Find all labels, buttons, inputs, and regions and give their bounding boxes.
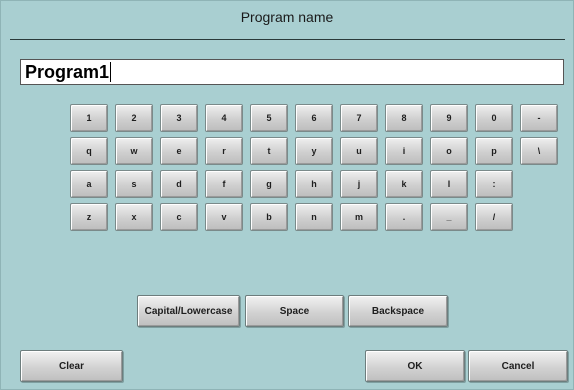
key-1-4[interactable]: t bbox=[250, 137, 288, 165]
key-2-6[interactable]: j bbox=[340, 170, 378, 198]
key-3-0[interactable]: z bbox=[70, 203, 108, 231]
key-1-5[interactable]: y bbox=[295, 137, 333, 165]
key-0-10[interactable]: - bbox=[520, 104, 558, 132]
key-1-6[interactable]: u bbox=[340, 137, 378, 165]
key-2-2[interactable]: d bbox=[160, 170, 198, 198]
key-0-4[interactable]: 5 bbox=[250, 104, 288, 132]
key-0-1[interactable]: 2 bbox=[115, 104, 153, 132]
key-1-2[interactable]: e bbox=[160, 137, 198, 165]
clear-button[interactable]: Clear bbox=[20, 350, 123, 382]
key-3-7[interactable]: . bbox=[385, 203, 423, 231]
key-2-1[interactable]: s bbox=[115, 170, 153, 198]
backspace-button[interactable]: Backspace bbox=[348, 295, 448, 327]
key-2-5[interactable]: h bbox=[295, 170, 333, 198]
key-0-9[interactable]: 0 bbox=[475, 104, 513, 132]
key-3-1[interactable]: x bbox=[115, 203, 153, 231]
key-1-7[interactable]: i bbox=[385, 137, 423, 165]
key-0-6[interactable]: 7 bbox=[340, 104, 378, 132]
key-1-1[interactable]: w bbox=[115, 137, 153, 165]
key-0-5[interactable]: 6 bbox=[295, 104, 333, 132]
key-3-9[interactable]: / bbox=[475, 203, 513, 231]
key-1-3[interactable]: r bbox=[205, 137, 243, 165]
key-3-5[interactable]: n bbox=[295, 203, 333, 231]
space-button[interactable]: Space bbox=[245, 295, 344, 327]
key-1-9[interactable]: p bbox=[475, 137, 513, 165]
key-2-9[interactable]: : bbox=[475, 170, 513, 198]
key-3-6[interactable]: m bbox=[340, 203, 378, 231]
key-3-2[interactable]: c bbox=[160, 203, 198, 231]
key-2-0[interactable]: a bbox=[70, 170, 108, 198]
key-0-2[interactable]: 3 bbox=[160, 104, 198, 132]
text-caret bbox=[110, 62, 112, 82]
key-3-8[interactable]: _ bbox=[430, 203, 468, 231]
title-divider bbox=[10, 39, 565, 40]
key-2-7[interactable]: k bbox=[385, 170, 423, 198]
key-0-8[interactable]: 9 bbox=[430, 104, 468, 132]
key-0-0[interactable]: 1 bbox=[70, 104, 108, 132]
key-0-7[interactable]: 8 bbox=[385, 104, 423, 132]
key-1-8[interactable]: o bbox=[430, 137, 468, 165]
ok-button[interactable]: OK bbox=[365, 350, 465, 382]
key-1-10[interactable]: \ bbox=[520, 137, 558, 165]
key-3-3[interactable]: v bbox=[205, 203, 243, 231]
key-2-8[interactable]: l bbox=[430, 170, 468, 198]
key-0-3[interactable]: 4 bbox=[205, 104, 243, 132]
dialog-title: Program name bbox=[240, 9, 334, 25]
program-name-value: Program1 bbox=[25, 62, 110, 82]
key-2-4[interactable]: g bbox=[250, 170, 288, 198]
key-3-4[interactable]: b bbox=[250, 203, 288, 231]
key-1-0[interactable]: q bbox=[70, 137, 108, 165]
key-2-3[interactable]: f bbox=[205, 170, 243, 198]
program-name-input[interactable]: Program1 bbox=[20, 59, 564, 85]
capital-lowercase-button[interactable]: Capital/Lowercase bbox=[137, 295, 240, 327]
cancel-button[interactable]: Cancel bbox=[468, 350, 568, 382]
